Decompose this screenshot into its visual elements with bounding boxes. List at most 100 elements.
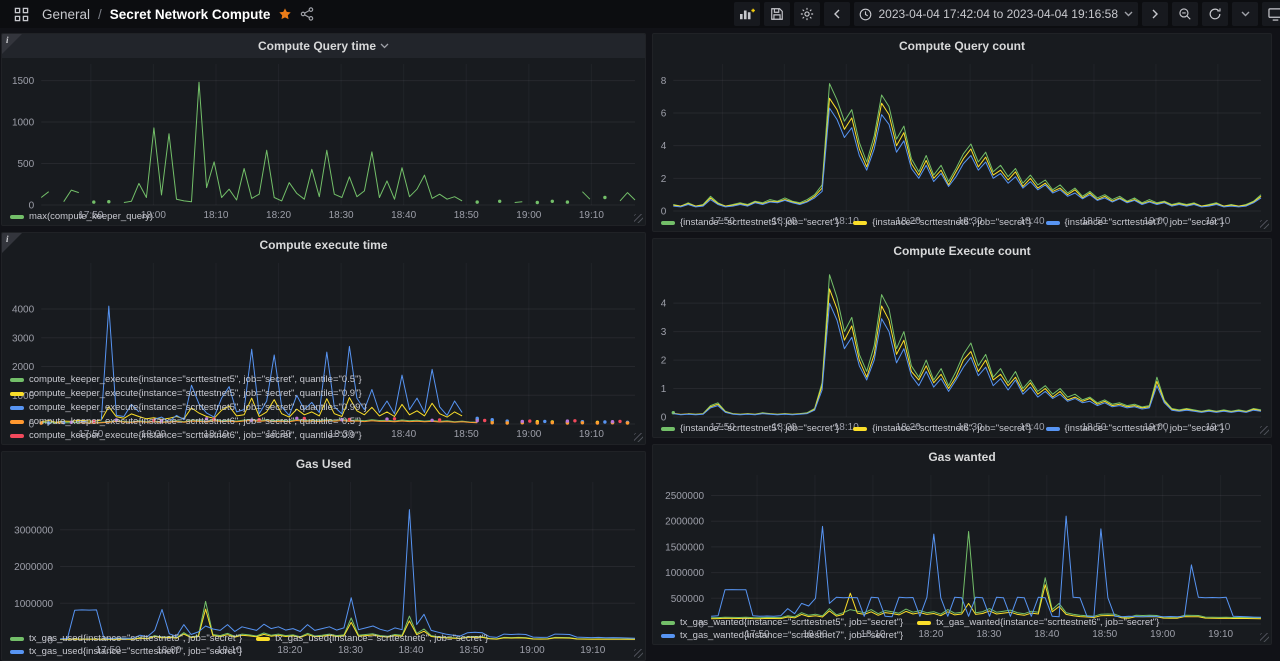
chart-compute-query-time[interactable]: 0 500 1000 1500 17:50 18:00 18:10 18:20 18:30 18:… bbox=[2, 58, 645, 221]
legend-label: {instance="scrttestnet7", job="secret"} bbox=[1064, 217, 1224, 228]
legend-label: tx_gas_used{instance="scrttestnet5", job… bbox=[29, 633, 243, 644]
tv-kiosk-mode-icon[interactable] bbox=[1262, 2, 1280, 26]
panel-info-corner-icon[interactable] bbox=[2, 233, 22, 254]
svg-text:1: 1 bbox=[661, 384, 667, 395]
legend-item[interactable]: {instance="scrttestnet7", job="secret"} bbox=[1045, 217, 1224, 228]
time-range-forward-button[interactable] bbox=[1142, 2, 1168, 26]
svg-text:2000: 2000 bbox=[12, 362, 35, 373]
panel-compute-execute-time: i Compute execute time 0 1000 2000 3000 4000… bbox=[1, 232, 646, 446]
legend-item[interactable]: {instance="scrttestnet5", job="secret"} bbox=[661, 217, 839, 228]
legend-item[interactable]: max(compute_keeper_query) bbox=[10, 211, 153, 222]
svg-text:1500: 1500 bbox=[12, 76, 35, 87]
legend-swatch-icon bbox=[853, 220, 868, 225]
refresh-button[interactable] bbox=[1202, 2, 1228, 26]
legend-label: tx_gas_wanted{instance="scrttestnet6", j… bbox=[936, 617, 1160, 628]
legend-item[interactable]: tx_gas_used{instance="scrttestnet7", job… bbox=[10, 646, 242, 657]
panel-info-corner-icon[interactable] bbox=[2, 34, 22, 54]
legend-label: {instance="scrttestnet6", job="secret"} bbox=[872, 423, 1032, 434]
legend-label: tx_gas_used{instance="scrttestnet7", job… bbox=[29, 646, 243, 657]
legend-swatch-icon bbox=[10, 419, 24, 424]
legend-swatch-icon bbox=[10, 391, 24, 396]
legend-swatch-icon bbox=[917, 620, 932, 625]
legend-label: compute_keeper_execute{instance="scrttes… bbox=[29, 402, 367, 414]
legend-item[interactable]: compute_keeper_execute{instance="scrttes… bbox=[10, 416, 641, 427]
legend-label: tx_gas_wanted{instance="scrttestnet7", j… bbox=[680, 630, 904, 641]
dashboards-grid-icon[interactable] bbox=[8, 2, 34, 26]
panel-menu-chevron-icon bbox=[380, 43, 389, 49]
panel-title: Compute Query count bbox=[898, 39, 1025, 53]
panel-header-compute-execute-count[interactable]: Compute Execute count bbox=[653, 239, 1271, 263]
chevron-down-icon bbox=[1124, 11, 1133, 17]
legend-item[interactable]: tx_gas_wanted{instance="scrttestnet5", j… bbox=[661, 617, 903, 628]
dashboard-title[interactable]: Secret Network Compute bbox=[110, 7, 271, 22]
panel-header-gas-wanted[interactable]: Gas wanted bbox=[653, 445, 1271, 469]
favorite-star-icon[interactable] bbox=[278, 7, 292, 21]
legend-label: {instance="scrttestnet5", job="secret"} bbox=[680, 423, 840, 434]
legend-label: tx_gas_used{instance="scrttestnet6", job… bbox=[275, 633, 489, 644]
legend-item[interactable]: compute_keeper_execute{instance="scrttes… bbox=[10, 430, 641, 441]
legend-item[interactable]: {instance="scrttestnet5", job="secret"} bbox=[661, 423, 839, 434]
svg-text:1000000: 1000000 bbox=[14, 599, 53, 610]
chart-compute-query-count[interactable]: 0 2 4 6 8 17:50 18:00 18:10 18:20 18:30 18:40 18:50… bbox=[653, 58, 1271, 227]
legend-item[interactable]: tx_gas_used{instance="scrttestnet6", job… bbox=[256, 633, 488, 644]
time-range-picker[interactable]: 2023-04-04 17:42:04 to 2023-04-04 19:16:… bbox=[854, 2, 1138, 26]
panel-resize-handle[interactable] bbox=[1260, 633, 1269, 642]
panel-header-gas-used[interactable]: Gas Used bbox=[2, 452, 645, 476]
top-nav: General / Secret Network Compute 2023-04… bbox=[0, 0, 1280, 28]
svg-text:500: 500 bbox=[18, 159, 35, 170]
breadcrumb-folder[interactable]: General bbox=[42, 7, 90, 22]
panel-resize-handle[interactable] bbox=[1260, 426, 1269, 435]
legend-swatch-icon bbox=[661, 220, 675, 225]
svg-text:6: 6 bbox=[661, 109, 667, 120]
svg-text:500000: 500000 bbox=[671, 594, 705, 605]
svg-text:1000: 1000 bbox=[12, 118, 35, 129]
svg-text:3: 3 bbox=[661, 327, 667, 338]
legend-item[interactable]: {instance="scrttestnet7", job="secret"} bbox=[1045, 423, 1224, 434]
legend-item[interactable]: {instance="scrttestnet6", job="secret"} bbox=[853, 423, 1032, 434]
svg-text:8: 8 bbox=[661, 76, 667, 87]
panel-header-compute-query-count[interactable]: Compute Query count bbox=[653, 34, 1271, 58]
add-panel-button[interactable] bbox=[734, 2, 761, 26]
chart-compute-execute-count[interactable]: 0 1 2 3 4 17:50 18:00 18:10 18:20 18:30 18:40 18:50… bbox=[653, 263, 1271, 433]
panel-gas-wanted: Gas wanted 0 500000 1000000 1500000 2000000 2… bbox=[652, 444, 1272, 645]
legend-item[interactable]: compute_keeper_execute{instance="scrttes… bbox=[10, 388, 641, 399]
legend-gas-used: tx_gas_used{instance="scrttestnet5", job… bbox=[2, 632, 645, 660]
svg-text:2: 2 bbox=[661, 174, 667, 185]
legend-item[interactable]: compute_keeper_execute{instance="scrttes… bbox=[10, 374, 641, 385]
legend-label: compute_keeper_execute{instance="scrttes… bbox=[29, 374, 362, 386]
legend-label: compute_keeper_execute{instance="scrttes… bbox=[29, 416, 362, 428]
svg-text:2000000: 2000000 bbox=[14, 562, 53, 573]
panel-header-compute-query-time[interactable]: Compute Query time bbox=[2, 34, 645, 58]
panel-compute-execute-count: Compute Execute count 0 1 2 3 4 17:50 18:00 18:… bbox=[652, 238, 1272, 438]
legend-item[interactable]: compute_keeper_execute{instance="scrttes… bbox=[10, 402, 641, 413]
save-dashboard-button[interactable] bbox=[764, 2, 791, 26]
panel-resize-handle[interactable] bbox=[634, 649, 643, 658]
legend-label: max(compute_keeper_query) bbox=[29, 211, 154, 223]
panel-resize-handle[interactable] bbox=[634, 214, 643, 224]
legend-item[interactable]: {instance="scrttestnet6", job="secret"} bbox=[853, 217, 1032, 228]
panel-resize-handle[interactable] bbox=[634, 433, 643, 443]
legend-item[interactable]: tx_gas_used{instance="scrttestnet5", job… bbox=[10, 633, 242, 644]
time-range-back-button[interactable] bbox=[824, 2, 851, 26]
legend-swatch-icon bbox=[1045, 220, 1060, 225]
legend-swatch-icon bbox=[661, 426, 675, 431]
svg-text:4: 4 bbox=[661, 141, 667, 152]
legend-label: {instance="scrttestnet6", job="secret"} bbox=[872, 217, 1032, 228]
panel-resize-handle[interactable] bbox=[1260, 220, 1269, 229]
panel-title: Gas Used bbox=[295, 457, 352, 472]
chart-gas-used[interactable]: 0 1000000 2000000 3000000 17:50 18:00 18:10 18:… bbox=[2, 476, 645, 656]
svg-text:3000000: 3000000 bbox=[14, 526, 53, 537]
chart-compute-execute-time[interactable]: 0 1000 2000 3000 4000 17:50 18:00 18:10 18:20 18:… bbox=[2, 257, 645, 440]
panel-title: Gas wanted bbox=[928, 450, 996, 464]
refresh-interval-dropdown[interactable] bbox=[1232, 2, 1258, 26]
chart-gas-wanted[interactable]: 0 500000 1000000 1500000 2000000 2500000 17:50… bbox=[653, 469, 1271, 640]
panel-title: Compute Query time bbox=[257, 39, 377, 53]
dashboard-settings-gear-icon[interactable] bbox=[794, 2, 821, 26]
panel-header-compute-execute-time[interactable]: Compute execute time bbox=[2, 233, 645, 257]
legend-item[interactable]: tx_gas_wanted{instance="scrttestnet6", j… bbox=[917, 617, 1159, 628]
share-icon[interactable] bbox=[300, 7, 314, 21]
svg-text:1000000: 1000000 bbox=[665, 568, 704, 579]
zoom-out-button[interactable] bbox=[1172, 2, 1198, 26]
legend-compute-execute-count: {instance="scrttestnet5", job="secret"} {… bbox=[653, 422, 1271, 437]
legend-item[interactable]: tx_gas_wanted{instance="scrttestnet7", j… bbox=[661, 630, 903, 641]
